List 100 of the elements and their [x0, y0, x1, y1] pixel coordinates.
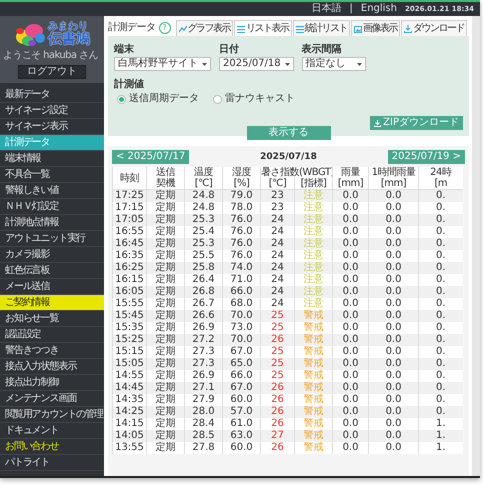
table-cell: 0. [418, 190, 463, 202]
table-cell: 76.0 [222, 214, 260, 226]
table-cell: 警戒 [294, 442, 333, 454]
table-cell: 24 [260, 286, 294, 298]
table-cell: 定期 [146, 190, 184, 202]
table-cell: 23 [260, 190, 294, 202]
table-cell: 0.0 [332, 286, 369, 298]
table-cell: 26 [260, 406, 294, 418]
table-cell: 79.0 [222, 190, 260, 202]
logo-text: みまわり [48, 21, 88, 32]
dropdown-caret-icon [284, 62, 290, 66]
chart-icon [178, 24, 186, 32]
table-cell: 0.0 [368, 442, 419, 454]
table-cell: 0.0 [332, 430, 369, 442]
table-cell: 26.6 [184, 310, 222, 322]
table-cell: 1. [418, 442, 463, 454]
table-cell: 76.0 [222, 238, 260, 250]
radio-label[interactable]: 送信周期データ [129, 93, 199, 105]
current-date: 2025/07/18 [260, 151, 317, 163]
list-icon [296, 24, 304, 32]
table-cell: 1. [418, 430, 463, 442]
table-cell: 0.0 [368, 214, 419, 226]
table-cell: 28.5 [184, 430, 222, 442]
bird-logo-icon [14, 21, 46, 47]
table-cell: 14:25 [112, 406, 146, 418]
table-cell: 27 [260, 430, 294, 442]
separator: | [350, 3, 353, 15]
radio-button[interactable] [117, 94, 126, 104]
table-cell: 警戒 [294, 334, 333, 346]
image-icon [354, 24, 362, 32]
table-cell: 0. [418, 238, 463, 250]
sidebar-item[interactable]: ご契約情報 [0, 295, 104, 311]
field-label: 端末 [114, 44, 135, 56]
table-cell: 15:45 [112, 310, 146, 322]
table-cell: 16:05 [112, 286, 146, 298]
table-cell: 警戒 [294, 310, 333, 322]
table-cell: 25.3 [184, 214, 222, 226]
table-cell: 0.0 [368, 238, 419, 250]
table-cell: 0. [418, 382, 463, 394]
table-cell: 24 [260, 238, 294, 250]
table-cell: 28.0 [184, 406, 222, 418]
table-cell: 27.2 [184, 334, 222, 346]
table-cell: 16:25 [112, 262, 146, 274]
table-cell: 0.0 [368, 334, 419, 346]
table-cell: 0.0 [368, 406, 419, 418]
language-link[interactable]: English [360, 3, 397, 15]
select-field[interactable]: 2025/07/18 [219, 57, 294, 71]
table-cell: 13:55 [112, 442, 146, 454]
table-cell: 0. [418, 406, 463, 418]
tab[interactable]: グラフ表示 [176, 20, 233, 36]
tab[interactable]: 画像表示 [351, 20, 400, 36]
table-cell: 0. [418, 286, 463, 298]
table-cell: 14:05 [112, 430, 146, 442]
table-cell: 24 [260, 214, 294, 226]
logo-text: 伝書鳩 [48, 32, 90, 47]
column-header: 暑さ指数(WBGT) [260, 167, 333, 178]
table-cell: 70.0 [222, 334, 260, 346]
table-cell: 25 [260, 358, 294, 370]
table-cell: 0. [418, 334, 463, 346]
field-label: 表示間隔 [302, 44, 343, 56]
tab[interactable]: ダウンロード [401, 20, 467, 36]
table-cell: 0.0 [368, 382, 419, 394]
table-cell: 0.0 [368, 430, 419, 442]
field-label: 計測値 [114, 79, 145, 91]
welcome-text: ようこそ hakuba さん [2, 50, 98, 62]
table-cell: 65.0 [222, 358, 260, 370]
table-cell: 63.0 [222, 430, 260, 442]
tab[interactable]: 統計リスト [292, 20, 350, 36]
select-field[interactable]: 白馬村野平サイト [114, 57, 211, 71]
table-cell: 60.0 [222, 442, 260, 454]
table-cell: 0. [418, 214, 463, 226]
table-cell: 警戒 [294, 430, 333, 442]
table-cell: 0.0 [332, 406, 369, 418]
table-cell: 15:25 [112, 334, 146, 346]
download-icon [404, 24, 412, 32]
radio-button[interactable] [213, 94, 222, 104]
table-cell: 0.0 [332, 238, 369, 250]
table-cell: 警戒 [294, 406, 333, 418]
table-cell: 0.0 [332, 214, 369, 226]
table-cell: 15:05 [112, 358, 146, 370]
language-link[interactable]: 日本語 [312, 3, 342, 15]
logout-button[interactable]: ログアウト [18, 65, 86, 79]
download-icon [374, 120, 382, 126]
table-cell: 25.3 [184, 238, 222, 250]
select-field[interactable]: 指定なし [302, 57, 366, 71]
table-cell: 24.8 [184, 190, 222, 202]
table-cell: 27.1 [184, 382, 222, 394]
page-title: 計測データ [108, 22, 156, 35]
table-cell: 17:05 [112, 214, 146, 226]
table-cell: 66.0 [222, 286, 260, 298]
radio-label[interactable]: 雷ナウキャスト [225, 93, 295, 105]
table-cell: 0.0 [332, 334, 369, 346]
table-cell: 27.3 [184, 358, 222, 370]
table-cell: 26 [260, 334, 294, 346]
table-cell: 14:45 [112, 382, 146, 394]
tab[interactable]: リスト表示 [234, 20, 292, 37]
table-cell: 17:25 [112, 190, 146, 202]
table-cell: 0. [418, 358, 463, 370]
table-cell: 0.0 [332, 442, 369, 454]
table-cell: 26 [260, 382, 294, 394]
